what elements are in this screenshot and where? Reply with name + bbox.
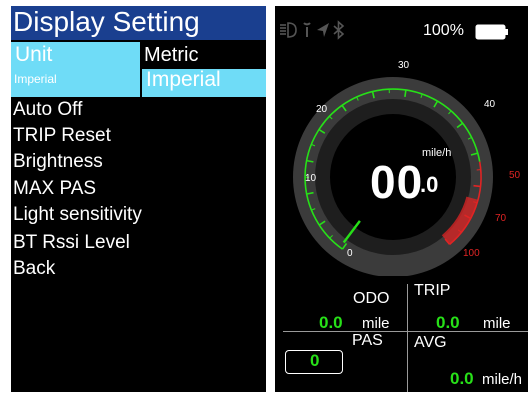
navigation-icon	[317, 23, 329, 37]
menu-item-auto-off[interactable]: Auto Off	[13, 99, 82, 121]
menu-item-brightness[interactable]: Brightness	[13, 151, 103, 173]
unit-option-imperial[interactable]: Imperial	[146, 68, 221, 92]
speed-unit: mile/h	[422, 147, 452, 159]
pas-value: 0	[310, 351, 320, 370]
menu-item-max-pas[interactable]: MAX PAS	[13, 178, 96, 200]
speed-decimal: .0	[420, 172, 439, 197]
title-bar: Display Setting	[11, 6, 266, 40]
display-setting-panel: Display Setting Unit Imperial Metric Imp…	[11, 6, 266, 392]
avg-label: AVG	[414, 334, 447, 351]
page-title: Display Setting	[13, 6, 200, 37]
unit-label: Unit	[15, 43, 53, 66]
odo-value: 0.0	[319, 313, 343, 332]
gauge-label-100: 100	[463, 248, 480, 259]
trip-value: 0.0	[436, 313, 460, 332]
gauge-label-30: 30	[398, 60, 410, 71]
odo-label: ODO	[353, 290, 390, 307]
wrench-icon	[303, 22, 311, 37]
trip-label: TRIP	[414, 282, 451, 299]
gauge-label-50: 50	[509, 170, 521, 181]
menu-item-trip-reset[interactable]: TRIP Reset	[13, 125, 111, 147]
headlight-icon	[280, 22, 297, 38]
odo-unit: mile	[362, 315, 390, 332]
gauge-label-40: 40	[484, 99, 496, 110]
menu-item-light-sensitivity[interactable]: Light sensitivity	[13, 204, 142, 226]
gauge-label-10: 10	[305, 173, 317, 184]
unit-current-value: Imperial	[14, 72, 57, 86]
avg-unit: mile/h	[482, 371, 523, 388]
menu-item-unit[interactable]: Unit Imperial	[11, 42, 140, 97]
avg-value: 0.0	[450, 369, 474, 388]
pas-label: PAS	[352, 332, 383, 349]
status-icon-bar	[280, 20, 345, 40]
menu-item-back[interactable]: Back	[13, 258, 55, 280]
trip-unit: mile	[483, 315, 511, 332]
unit-option-metric[interactable]: Metric	[144, 44, 198, 67]
gauge-label-0: 0	[347, 248, 353, 259]
gauge-tick	[473, 184, 481, 188]
menu-item-bt-rssi-level[interactable]: BT Rssi Level	[13, 232, 130, 254]
speed-value: 00	[370, 156, 424, 208]
bluetooth-icon	[333, 20, 345, 40]
gauge-label-20: 20	[316, 104, 328, 115]
gauge-tick	[404, 89, 407, 98]
stats-divider-vertical	[407, 284, 408, 392]
dashboard-panel: 100% 0 10 20 30 40 50 70 100 00 .0 mile/…	[275, 6, 528, 392]
battery-percentage: 100%	[423, 22, 464, 39]
battery-icon	[475, 24, 508, 40]
gauge-label-70: 70	[495, 213, 507, 224]
